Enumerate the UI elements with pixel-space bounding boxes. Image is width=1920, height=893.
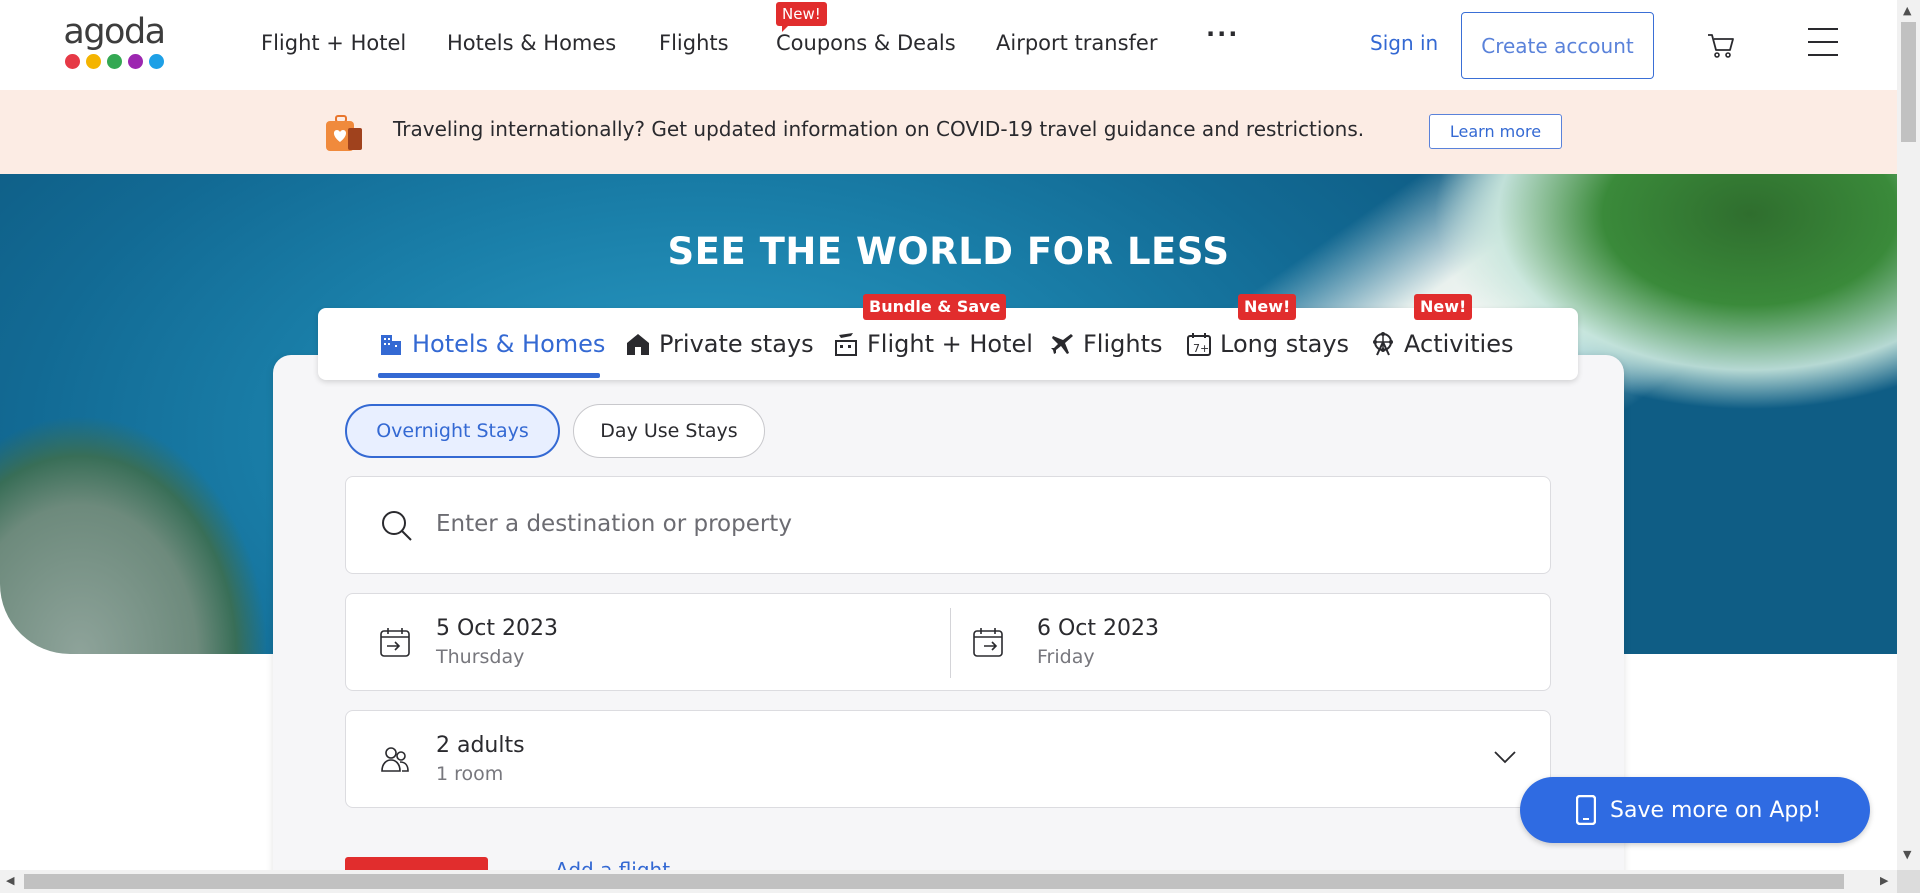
house-icon xyxy=(627,334,649,355)
logo-dot-green xyxy=(106,54,122,69)
check-in-date-value: 5 Oct 2023 xyxy=(436,616,559,641)
horizontal-scrollbar[interactable]: ◀ ▶ xyxy=(0,870,1897,893)
logo-dot-blue xyxy=(148,54,164,69)
sign-in-link[interactable]: Sign in xyxy=(1370,31,1438,55)
cart-icon[interactable] xyxy=(1706,30,1736,60)
calendar-checkout-icon xyxy=(973,628,1003,657)
create-account-button[interactable]: Create account xyxy=(1461,12,1654,79)
chevron-down-icon xyxy=(1494,751,1516,764)
top-header: agoda Flight + Hotel Hotels & Homes Flig… xyxy=(0,0,1897,90)
logo-dot-yellow xyxy=(85,54,101,69)
search-input[interactable]: Enter a destination or property xyxy=(436,511,792,537)
calendar-checkin-icon xyxy=(380,628,410,657)
ferris-wheel-icon xyxy=(1373,332,1393,356)
flight-hotel-icon xyxy=(835,333,857,356)
nav-more-icon[interactable]: ··· xyxy=(1206,20,1239,48)
app-button-label: Save more on App! xyxy=(1610,797,1822,823)
agoda-logo[interactable]: agoda xyxy=(58,14,170,74)
scroll-right-arrow[interactable]: ▶ xyxy=(1880,874,1888,887)
vertical-scrollbar[interactable]: ▲ ▼ xyxy=(1897,0,1920,870)
check-in-date[interactable]: 5 Oct 2023 Thursday xyxy=(346,594,950,692)
logo-dots xyxy=(58,54,170,69)
check-out-date-value: 6 Oct 2023 xyxy=(1037,616,1160,641)
adults-count: 2 adults xyxy=(436,733,525,758)
nav-airport-transfer[interactable]: Airport transfer xyxy=(996,31,1158,55)
horizontal-scroll-thumb[interactable] xyxy=(24,874,1844,889)
search-icon xyxy=(382,511,412,541)
tab-activities[interactable]: Activities xyxy=(1370,330,1514,358)
hotel-building-icon xyxy=(381,335,401,355)
nav-flight-hotel[interactable]: Flight + Hotel xyxy=(261,31,406,55)
tab-flights[interactable]: Flights xyxy=(1049,330,1163,358)
long-stays-new-badge: New! xyxy=(1238,294,1297,320)
covid-banner-text: Traveling internationally? Get updated i… xyxy=(393,117,1365,141)
people-icon xyxy=(381,747,409,772)
scroll-left-arrow[interactable]: ◀ xyxy=(6,874,14,887)
nav-coupons-deals[interactable]: Coupons & Deals xyxy=(776,31,956,55)
learn-more-button[interactable]: Learn more xyxy=(1429,114,1562,149)
tab-private-stays[interactable]: Private stays xyxy=(625,330,814,358)
scrollbar-corner xyxy=(1897,870,1920,893)
tab-label: Flights xyxy=(1083,330,1163,358)
tab-label: Long stays xyxy=(1220,330,1350,358)
calendar-7-icon: 7+ xyxy=(1187,333,1211,356)
check-out-day: Friday xyxy=(1037,646,1095,668)
active-tab-indicator xyxy=(378,373,600,378)
rooms-count: 1 room xyxy=(436,763,504,785)
tab-label: Activities xyxy=(1404,330,1514,358)
smartphone-icon xyxy=(1576,795,1596,825)
tab-label: Hotels & Homes xyxy=(412,330,606,358)
tab-long-stays[interactable]: 7+ Long stays xyxy=(1186,330,1349,358)
suitcase-heart-icon xyxy=(326,115,362,151)
logo-dot-purple xyxy=(127,54,143,69)
vertical-scroll-thumb[interactable] xyxy=(1901,22,1916,142)
day-use-stays-toggle[interactable]: Day Use Stays xyxy=(573,404,765,458)
save-more-on-app-button[interactable]: Save more on App! xyxy=(1520,777,1870,843)
scroll-down-arrow[interactable]: ▼ xyxy=(1903,848,1911,861)
tab-label: Flight + Hotel xyxy=(867,330,1033,358)
logo-wordmark: agoda xyxy=(63,12,166,52)
guests-rooms-selector[interactable]: 2 adults 1 room xyxy=(345,710,1551,808)
tab-flight-hotel[interactable]: Flight + Hotel xyxy=(833,330,1033,358)
airplane-icon xyxy=(1051,334,1073,354)
tab-hotels-homes[interactable]: Hotels & Homes xyxy=(378,330,605,358)
destination-search-field[interactable]: Enter a destination or property xyxy=(345,476,1551,574)
logo-dot-red xyxy=(64,54,80,69)
check-in-day: Thursday xyxy=(436,646,525,668)
hero-title: SEE THE WORLD FOR LESS xyxy=(667,230,1230,273)
nav-new-badge: New! xyxy=(776,2,827,32)
check-out-date[interactable]: 6 Oct 2023 Friday xyxy=(951,594,1551,692)
svg-text:7+: 7+ xyxy=(1193,342,1209,355)
nav-hotels-homes[interactable]: Hotels & Homes xyxy=(447,31,616,55)
tab-label: Private stays xyxy=(659,330,814,358)
bundle-save-badge: Bundle & Save xyxy=(863,294,1007,320)
activities-new-badge: New! xyxy=(1414,294,1473,320)
menu-icon[interactable] xyxy=(1808,28,1838,56)
nav-flights[interactable]: Flights xyxy=(659,31,729,55)
overnight-stays-toggle[interactable]: Overnight Stays xyxy=(345,404,560,458)
scroll-up-arrow[interactable]: ▲ xyxy=(1903,4,1911,17)
date-picker-field: 5 Oct 2023 Thursday 6 Oct 2023 Friday xyxy=(345,593,1551,691)
